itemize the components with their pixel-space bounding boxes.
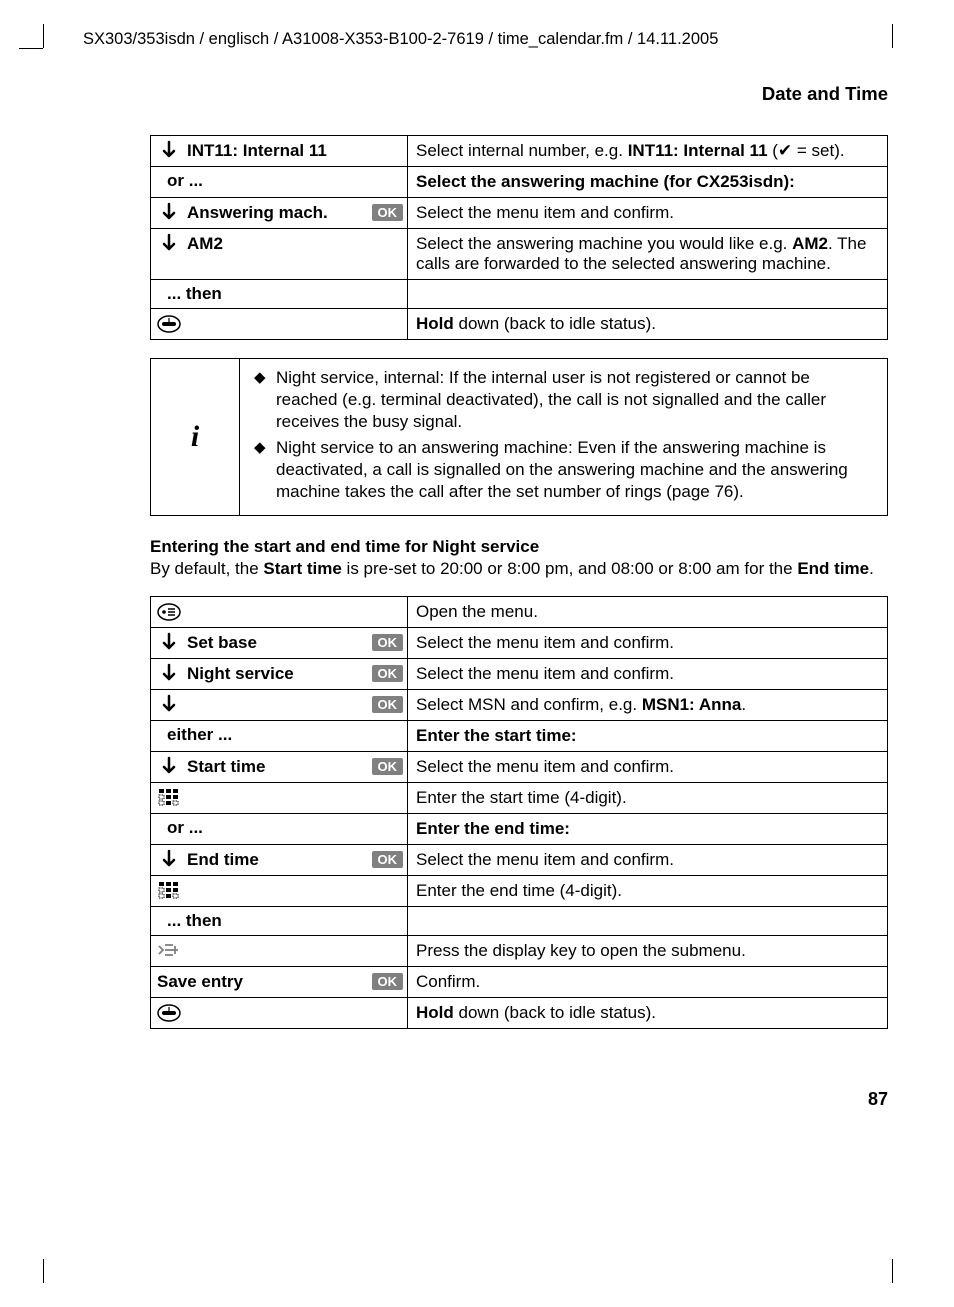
step-description: Select the answering machine (for CX253i…: [408, 167, 888, 198]
step-action: ... then: [151, 280, 408, 309]
section-title: Date and Time: [58, 83, 888, 105]
step-action: Start timeOK: [151, 752, 408, 783]
keypad-icon: [155, 787, 183, 808]
step-action: Set baseOK: [151, 628, 408, 659]
hangup-icon: [155, 1002, 183, 1023]
step-description: Enter the start time:: [408, 721, 888, 752]
step-description: Select internal number, e.g. INT11: Inte…: [408, 136, 888, 167]
submenu-icon: [155, 941, 183, 961]
step-description: Enter the start time (4-digit).: [408, 783, 888, 814]
arrow-icon: [155, 632, 183, 654]
ok-button: OK: [372, 204, 404, 221]
step-action: either ...: [151, 721, 408, 752]
arrow-icon: [155, 233, 183, 255]
step-action: Save entryOK: [151, 967, 408, 998]
step-description: Select the menu item and confirm.: [408, 198, 888, 229]
info-box: i ◆Night service, internal: If the inter…: [150, 358, 888, 516]
step-action: or ...: [151, 814, 408, 845]
step-description: Hold down (back to idle status).: [408, 309, 888, 340]
step-action: ... then: [151, 907, 408, 936]
step-description: Open the menu.: [408, 597, 888, 628]
ok-button: OK: [372, 634, 404, 651]
intro-paragraph: By default, the Start time is pre-set to…: [150, 559, 874, 578]
step-action: [151, 936, 408, 967]
keypad-icon: [155, 880, 183, 901]
ok-button: OK: [372, 758, 404, 775]
step-description: Select the menu item and confirm.: [408, 659, 888, 690]
arrow-icon: [155, 849, 183, 871]
ok-button: OK: [372, 696, 404, 713]
arrow-icon: [155, 202, 183, 224]
arrow-icon: [155, 694, 183, 716]
menu-icon: [155, 601, 183, 622]
ok-button: OK: [372, 973, 404, 990]
step-description: Select the menu item and confirm.: [408, 752, 888, 783]
info-bullet: ◆Night service to an answering machine: …: [254, 437, 873, 503]
procedure-table-1: INT11: Internal 11Select internal number…: [150, 135, 888, 340]
step-action: [151, 998, 408, 1029]
step-action: [151, 597, 408, 628]
page-number: 87: [58, 1089, 888, 1110]
subheading: Entering the start and end time for Nigh…: [150, 537, 539, 556]
step-action: or ...: [151, 167, 408, 198]
arrow-icon: [155, 140, 183, 162]
step-description: Select MSN and confirm, e.g. MSN1: Anna.: [408, 690, 888, 721]
doc-path: SX303/353isdn / englisch / A31008-X353-B…: [83, 30, 896, 49]
step-description: Select the answering machine you would l…: [408, 229, 888, 280]
step-description: Confirm.: [408, 967, 888, 998]
step-action: [151, 309, 408, 340]
info-icon: i: [191, 420, 199, 453]
step-action: [151, 783, 408, 814]
step-description: Select the menu item and confirm.: [408, 628, 888, 659]
hangup-icon: [155, 313, 183, 334]
step-description: Enter the end time (4-digit).: [408, 876, 888, 907]
step-description: Select the menu item and confirm.: [408, 845, 888, 876]
step-description: Hold down (back to idle status).: [408, 998, 888, 1029]
step-action: AM2: [151, 229, 408, 280]
step-action: End timeOK: [151, 845, 408, 876]
step-description: [408, 280, 888, 309]
ok-button: OK: [372, 851, 404, 868]
step-action: Answering mach.OK: [151, 198, 408, 229]
step-action: [151, 876, 408, 907]
arrow-icon: [155, 756, 183, 778]
step-action: OK: [151, 690, 408, 721]
step-action: INT11: Internal 11: [151, 136, 408, 167]
arrow-icon: [155, 663, 183, 685]
step-description: [408, 907, 888, 936]
step-description: Press the display key to open the submen…: [408, 936, 888, 967]
step-description: Enter the end time:: [408, 814, 888, 845]
info-bullet: ◆Night service, internal: If the interna…: [254, 367, 873, 433]
step-action: Night serviceOK: [151, 659, 408, 690]
procedure-table-2: Open the menu.Set baseOKSelect the menu …: [150, 596, 888, 1029]
ok-button: OK: [372, 665, 404, 682]
